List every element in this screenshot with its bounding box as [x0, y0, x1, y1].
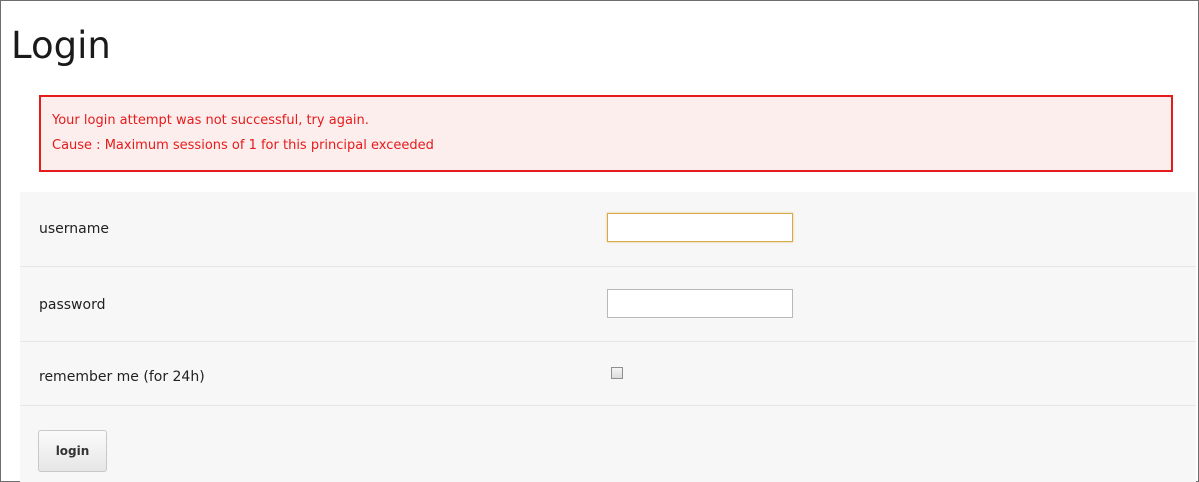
username-input[interactable]	[607, 213, 793, 242]
username-row: username	[20, 192, 1196, 267]
error-cause-line: Cause : Maximum sessions of 1 for this p…	[52, 138, 434, 153]
password-row: password	[20, 267, 1196, 342]
error-message-line: Your login attempt was not successful, t…	[52, 113, 369, 128]
remember-me-checkbox[interactable]	[611, 367, 623, 379]
login-page: Login Your login attempt was not success…	[0, 0, 1199, 482]
password-label: password	[39, 297, 106, 313]
login-button[interactable]: login	[38, 430, 107, 472]
page-title: Login	[11, 24, 111, 67]
error-message-box: Your login attempt was not successful, t…	[39, 95, 1173, 172]
username-label: username	[39, 221, 109, 237]
remember-me-row: remember me (for 24h)	[20, 342, 1196, 406]
login-form: username password remember me (for 24h) …	[20, 192, 1196, 482]
password-input[interactable]	[607, 289, 793, 318]
remember-me-label: remember me (for 24h)	[39, 369, 205, 385]
